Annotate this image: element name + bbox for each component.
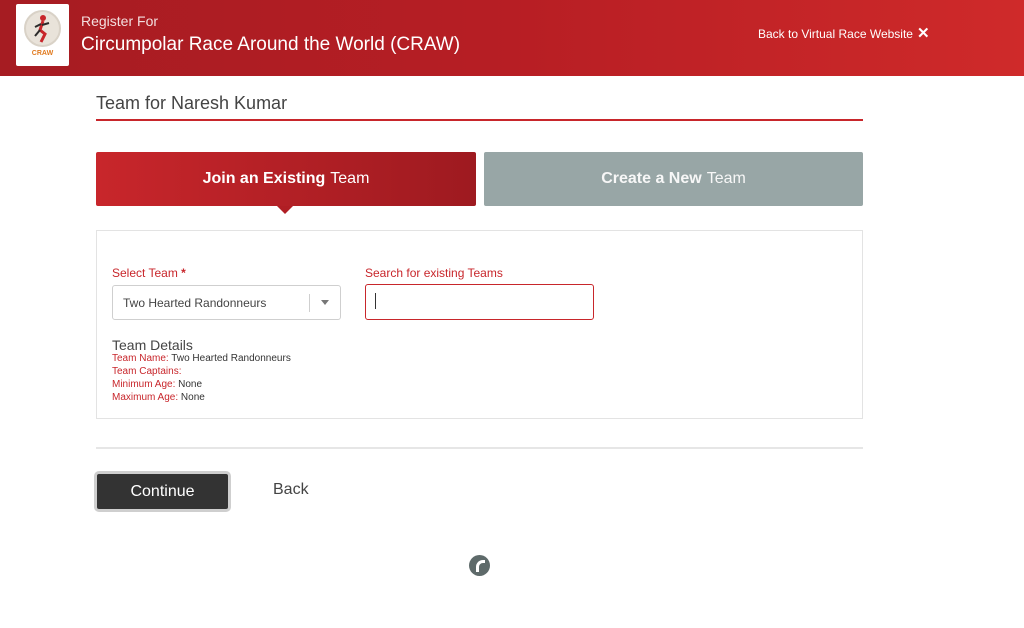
logo-text: CRAW xyxy=(31,50,54,57)
continue-button[interactable]: Continue xyxy=(94,471,231,512)
tab-join-existing-team[interactable]: Join an Existing Team xyxy=(96,152,476,214)
tab-join-bold-label: Join an Existing xyxy=(202,170,326,187)
tab-create-new-team[interactable]: Create a New Team xyxy=(484,152,863,206)
detail-value: None xyxy=(178,379,203,390)
minimum-age-row: Minimum Age: None xyxy=(112,379,202,390)
select-team-dropdown[interactable]: Two Hearted Randonneurs xyxy=(112,285,341,320)
maximum-age-row: Maximum Age: None xyxy=(112,392,205,403)
search-teams-label: Search for existing Teams xyxy=(365,266,503,280)
text-cursor xyxy=(375,293,376,309)
team-captains-row: Team Captains: xyxy=(112,366,181,377)
team-details-title: Team Details xyxy=(112,337,193,353)
tab-join-label: Team xyxy=(330,170,370,187)
section-divider xyxy=(96,447,863,449)
select-team-label-text: Select Team xyxy=(112,266,178,280)
selected-team-value: Two Hearted Randonneurs xyxy=(123,296,267,310)
select-team-label: Select Team * xyxy=(112,266,186,280)
detail-key: Minimum Age: xyxy=(112,379,176,390)
footer-brand-icon[interactable] xyxy=(469,555,490,576)
race-logo[interactable]: CRAW xyxy=(16,4,69,66)
chevron-down-icon[interactable] xyxy=(321,300,329,305)
detail-key: Maximum Age: xyxy=(112,392,179,403)
join-team-panel xyxy=(96,230,863,419)
back-to-website-label: Back to Virtual Race Website xyxy=(758,27,913,41)
required-marker: * xyxy=(181,266,186,280)
detail-key: Team Name: xyxy=(112,353,169,364)
tab-create-bold-label: Create a New xyxy=(601,170,702,187)
close-icon[interactable]: ✕ xyxy=(917,26,930,41)
dropdown-separator xyxy=(309,294,310,312)
detail-key: Team Captains: xyxy=(112,366,182,377)
page-title: Team for Naresh Kumar xyxy=(96,93,288,113)
heading-divider xyxy=(96,119,863,121)
detail-value: None xyxy=(180,392,205,403)
race-title: Circumpolar Race Around the World (CRAW) xyxy=(81,34,461,55)
back-button[interactable]: Back xyxy=(273,481,309,499)
tab-create-label: Team xyxy=(706,170,746,187)
register-for-label: Register For xyxy=(81,13,159,29)
app-header: CRAW Register For Circumpolar Race Aroun… xyxy=(0,0,1024,76)
detail-value: Two Hearted Randonneurs xyxy=(171,353,291,364)
runner-logo-icon xyxy=(34,15,50,43)
search-teams-input[interactable] xyxy=(365,284,594,320)
team-name-row: Team Name: Two Hearted Randonneurs xyxy=(112,353,291,364)
back-to-website-link[interactable]: Back to Virtual Race Website ✕ xyxy=(758,26,930,41)
